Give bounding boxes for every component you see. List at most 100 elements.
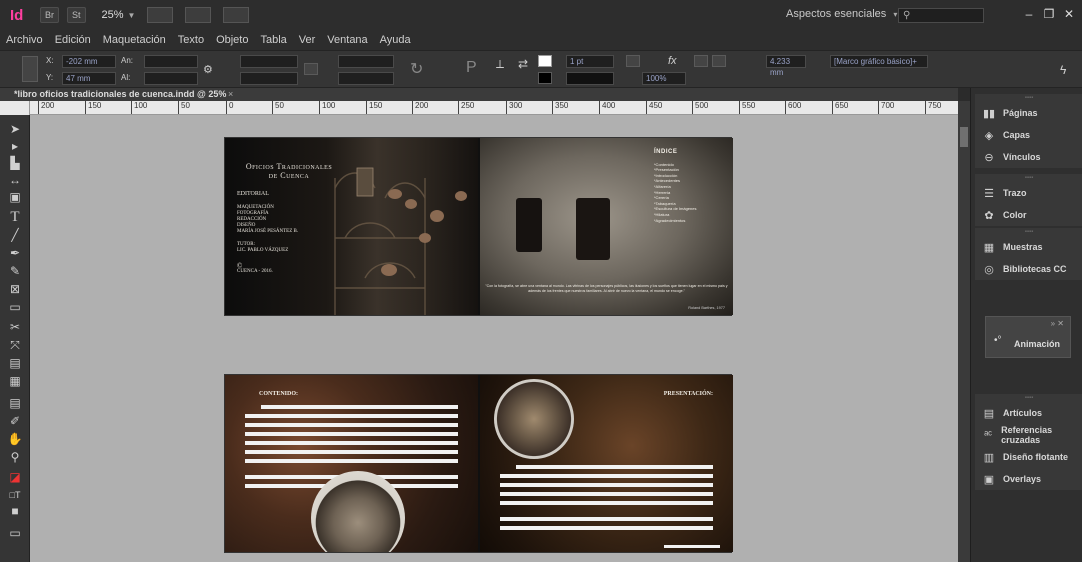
panel-links[interactable]: ⊖ Vínculos [975, 146, 1082, 168]
pasteboard[interactable]: Oficios Tradicionales de Cuenca EDITORIA… [30, 115, 958, 562]
menu-edicion[interactable]: Edición [55, 34, 91, 46]
panel-cc-libraries[interactable]: ◎ Bibliotecas CC [975, 258, 1082, 280]
vertical-scrollbar[interactable] [958, 101, 970, 562]
stock-button[interactable]: St [67, 7, 86, 23]
hand-tool-icon[interactable]: ✋ [6, 431, 24, 447]
pottery-circle-image[interactable] [494, 379, 574, 459]
shear-field[interactable] [338, 72, 394, 85]
zoom-level[interactable]: 25% [102, 9, 124, 21]
note-tool-icon[interactable]: ▤ [6, 395, 24, 411]
panel-stroke[interactable]: ☰ Trazo [975, 182, 1082, 204]
close-tab-icon[interactable]: × [228, 88, 233, 101]
search-input[interactable]: ⚲ [898, 8, 984, 23]
gradient-feather-tool-icon[interactable]: ▦ [6, 373, 24, 389]
apply-color-icon[interactable]: ■ [6, 503, 24, 519]
spread-2[interactable]: CONTENIDO: PRESENTACIÓN: [224, 374, 733, 553]
scale-x-field[interactable] [240, 55, 298, 68]
screen-mode-icon[interactable] [185, 7, 212, 23]
rectangle-tool-icon[interactable]: ▭ [6, 299, 24, 315]
fitting-icon[interactable] [694, 55, 708, 67]
spread-2-left-page[interactable]: CONTENIDO: [225, 375, 478, 552]
x-position-field[interactable]: -202 mm [62, 55, 116, 68]
dimension-field[interactable]: 4.233 mm [766, 55, 806, 77]
width-field[interactable] [144, 55, 198, 68]
link-scale-icon[interactable] [304, 63, 318, 75]
panel-cross-references[interactable]: ᵃᶜ Referencias cruzadas [975, 424, 1082, 446]
zoom-dropdown-icon[interactable]: ▼ [128, 11, 136, 20]
stroke-type-dropdown[interactable] [566, 72, 614, 85]
ruler-origin[interactable] [0, 101, 30, 115]
gradient-swatch-tool-icon[interactable]: ▤ [6, 355, 24, 371]
arrange-documents-icon[interactable] [223, 7, 250, 23]
close-icon[interactable]: ✕ [1056, 5, 1082, 23]
pencil-tool-icon[interactable]: ✎ [6, 263, 24, 279]
menu-ayuda[interactable]: Ayuda [380, 34, 411, 46]
eyedropper-tool-icon[interactable]: ✐ [6, 413, 24, 429]
menu-texto[interactable]: Texto [178, 34, 204, 46]
align-icon[interactable]: ⟂ [496, 57, 504, 72]
panel-grip[interactable]: ▪▪▪▪ [975, 228, 1082, 236]
spread-1[interactable]: Oficios Tradicionales de Cuenca EDITORIA… [224, 137, 733, 316]
rectangle-frame-tool-icon[interactable]: ⊠ [6, 281, 24, 297]
line-tool-icon[interactable]: ╱ [6, 227, 24, 243]
panel-collapse-icon[interactable]: » ✕ [1051, 319, 1064, 328]
y-position-field[interactable]: 47 mm [62, 72, 116, 85]
menu-maquetacion[interactable]: Maquetación [103, 34, 166, 46]
spread-2-right-page[interactable]: PRESENTACIÓN: [480, 375, 733, 552]
fill-frame-icon[interactable] [712, 55, 726, 67]
menu-ventana[interactable]: Ventana [327, 34, 367, 46]
stroke-weight-field[interactable]: 1 pt [566, 55, 614, 68]
type-tool-icon[interactable]: T [6, 209, 24, 225]
panel-grip[interactable]: ▪▪▪▪ [975, 174, 1082, 182]
fill-swatch-icon[interactable] [538, 55, 552, 67]
effects-icon[interactable]: fx [668, 55, 677, 67]
quick-apply-icon[interactable]: ϟ [1060, 63, 1066, 77]
horizontal-ruler[interactable]: 200 150 100 50 0 50 100 150 200 250 300 … [30, 101, 958, 115]
panel-layers[interactable]: ◈ Capas [975, 124, 1082, 146]
gap-tool-icon[interactable]: ↔ [6, 172, 24, 188]
scale-y-field[interactable] [240, 72, 298, 85]
panel-pages[interactable]: ▮▮ Páginas [975, 102, 1082, 124]
scrollbar-thumb[interactable] [960, 127, 968, 147]
opacity-field[interactable]: 100% [642, 72, 686, 85]
view-options-icon[interactable] [147, 7, 174, 23]
text-frame-placeholder[interactable] [500, 465, 713, 535]
screen-mode-tool-icon[interactable]: ▭ [6, 525, 24, 541]
spread-1-right-page[interactable]: ÍNDICE *Contenido *Presentación *Introdu… [480, 138, 733, 315]
content-collector-icon[interactable]: ▣ [6, 189, 24, 205]
free-transform-tool-icon[interactable]: ⤧ [6, 337, 24, 353]
workspace-switcher[interactable]: Aspectos esenciales ▾ [786, 8, 897, 20]
animation-panel[interactable]: » ✕ •° Animación [985, 316, 1071, 358]
panel-grip[interactable]: ▪▪▪▪ [975, 94, 1082, 102]
panel-articles[interactable]: ▤ Artículos [975, 402, 1082, 424]
document-tab[interactable]: *libro oficios tradicionales de cuenca.i… [0, 88, 958, 101]
height-field[interactable] [144, 72, 198, 85]
pen-tool-icon[interactable]: ✒ [6, 245, 24, 261]
menu-ver[interactable]: Ver [299, 34, 316, 46]
scissors-tool-icon[interactable]: ✂ [6, 319, 24, 335]
bridge-button[interactable]: Br [40, 7, 59, 23]
menu-archivo[interactable]: Archivo [6, 34, 43, 46]
spread-1-left-page[interactable]: Oficios Tradicionales de Cuenca EDITORIA… [225, 138, 478, 315]
page-tool-icon[interactable]: ▙ [6, 155, 24, 171]
object-style-dropdown[interactable]: [Marco gráfico básico]+ [830, 55, 928, 68]
panel-overlays[interactable]: ▣ Overlays [975, 468, 1082, 490]
corner-options-icon[interactable] [626, 55, 640, 67]
menu-objeto[interactable]: Objeto [216, 34, 248, 46]
reference-point-icon[interactable] [22, 56, 38, 82]
panel-floating-layout[interactable]: ▥ Diseño flotante [975, 446, 1082, 468]
distribute-icon[interactable]: ⇄ [518, 57, 528, 71]
stroke-swatch-icon[interactable] [538, 72, 552, 84]
formatting-affects-icon[interactable]: □T [6, 487, 24, 503]
panel-swatches[interactable]: ▦ Muestras [975, 236, 1082, 258]
menu-tabla[interactable]: Tabla [260, 34, 286, 46]
constrain-proportions-icon[interactable]: ⚙ [203, 63, 213, 76]
rotate-icon[interactable]: ↻ [410, 59, 423, 79]
direct-selection-tool-icon[interactable]: ▸ [6, 138, 24, 154]
rotation-field[interactable] [338, 55, 394, 68]
fill-stroke-icon[interactable]: ◪ [6, 469, 24, 485]
panel-color[interactable]: ✿ Color [975, 204, 1082, 226]
zoom-tool-icon[interactable]: ⚲ [6, 449, 24, 465]
text-wrap-icon[interactable]: P [466, 59, 477, 77]
selection-tool-icon[interactable]: ➤ [6, 121, 24, 137]
